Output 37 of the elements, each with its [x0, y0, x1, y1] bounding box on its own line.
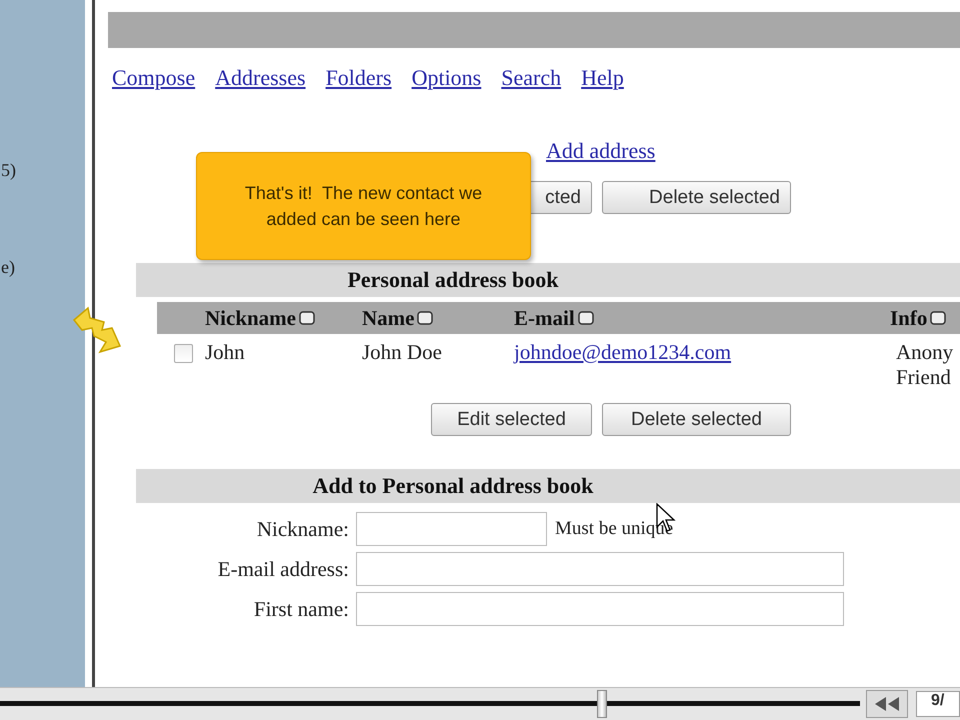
rewind-icon — [873, 696, 901, 712]
callout-text: added can be seen here — [266, 208, 461, 231]
folder-label: e) — [1, 257, 15, 278]
time-counter: 9/ — [916, 691, 960, 717]
input-field[interactable] — [356, 592, 844, 626]
edit-selected-button[interactable]: Edit selected — [431, 403, 592, 436]
input-field[interactable] — [356, 552, 844, 586]
table-cell-text: John — [205, 339, 246, 366]
row-checkbox[interactable] — [174, 344, 193, 363]
nav-link[interactable]: Folders — [326, 65, 392, 91]
info-text: Anony — [896, 340, 954, 365]
sort-icon[interactable] — [578, 311, 594, 325]
add-address-link[interactable]: Add address — [546, 138, 656, 164]
section-header: Add to Personal address book — [136, 469, 960, 503]
section-header: Personal address book — [136, 263, 960, 297]
rewind-button[interactable] — [866, 690, 908, 718]
sort-icon[interactable] — [930, 311, 946, 325]
field-label: Nickname: — [256, 516, 349, 542]
nav-link[interactable]: Addresses — [215, 65, 306, 91]
callout-text: That's it! The new contact we — [244, 182, 482, 205]
seek-handle[interactable] — [597, 690, 607, 718]
sort-icon[interactable] — [417, 311, 434, 325]
nav-link[interactable]: Search — [501, 65, 562, 91]
email-link[interactable]: johndoe@demo1234.com — [514, 340, 732, 364]
delete-selected-button[interactable]: Delete selected — [602, 181, 791, 214]
nav-link[interactable]: Help — [581, 65, 624, 91]
sort-icon[interactable] — [299, 311, 315, 325]
field-label: First name: — [252, 596, 349, 622]
nav-link[interactable]: Options — [412, 65, 482, 91]
input-field[interactable] — [356, 512, 547, 546]
nav-link[interactable]: Compose — [112, 65, 196, 91]
delete-selected-button[interactable]: Delete selected — [602, 403, 791, 436]
table-cell-text: John Doe — [362, 339, 443, 366]
folder-label: 5) — [1, 160, 16, 181]
info-text: Friend — [896, 365, 951, 390]
field-label: E-mail address: — [216, 556, 349, 582]
column-header[interactable]: E-mail — [514, 306, 575, 330]
